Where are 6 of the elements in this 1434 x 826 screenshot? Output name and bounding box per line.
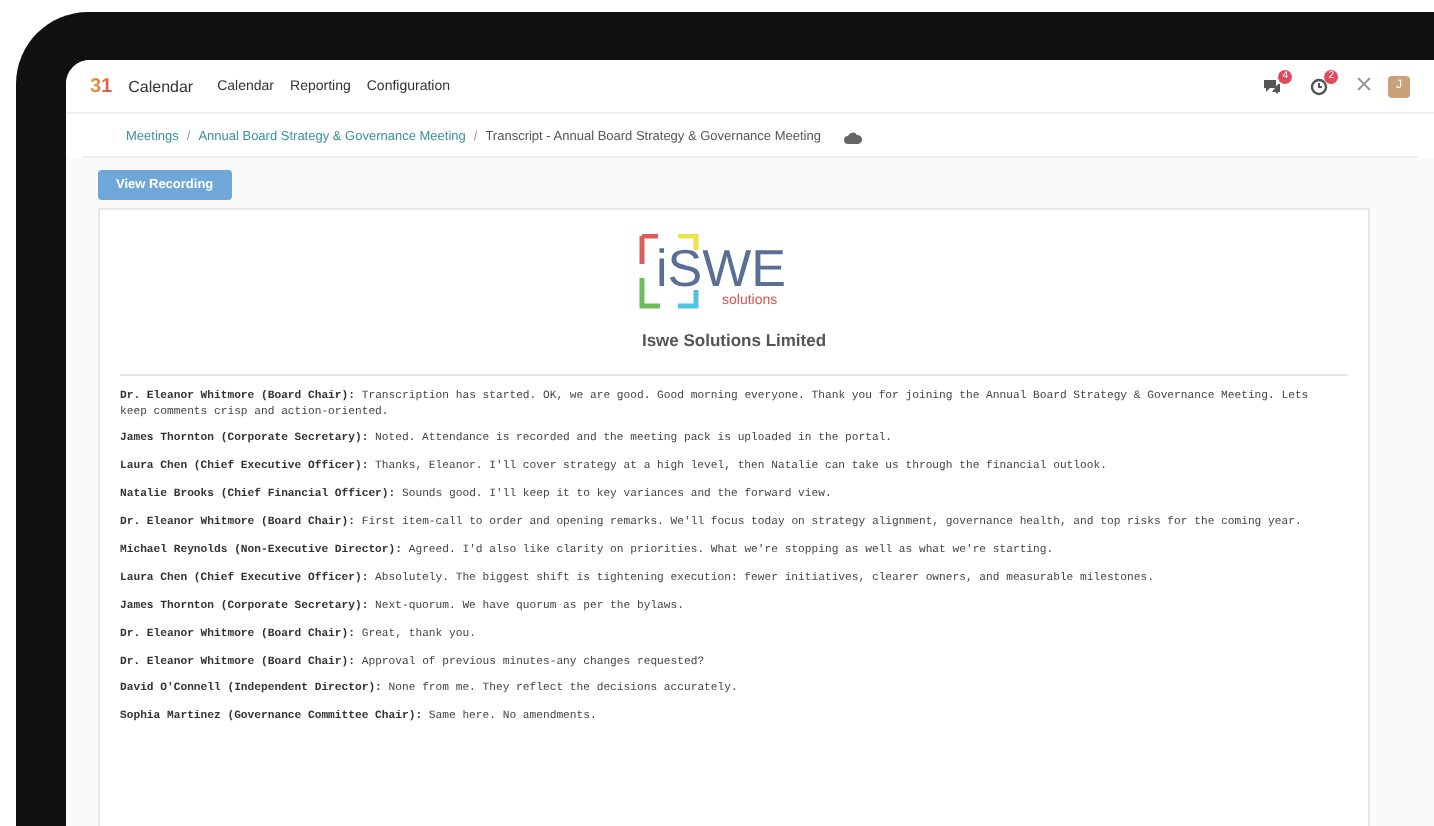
app-name: Calendar <box>128 77 194 95</box>
clock-icon[interactable] <box>1310 77 1328 95</box>
cloud-icon <box>844 131 863 143</box>
company-name: Iswe Solutions Limited <box>639 330 829 350</box>
chat-icon[interactable] <box>1262 77 1282 95</box>
app-logo[interactable]: 31 <box>90 75 113 97</box>
